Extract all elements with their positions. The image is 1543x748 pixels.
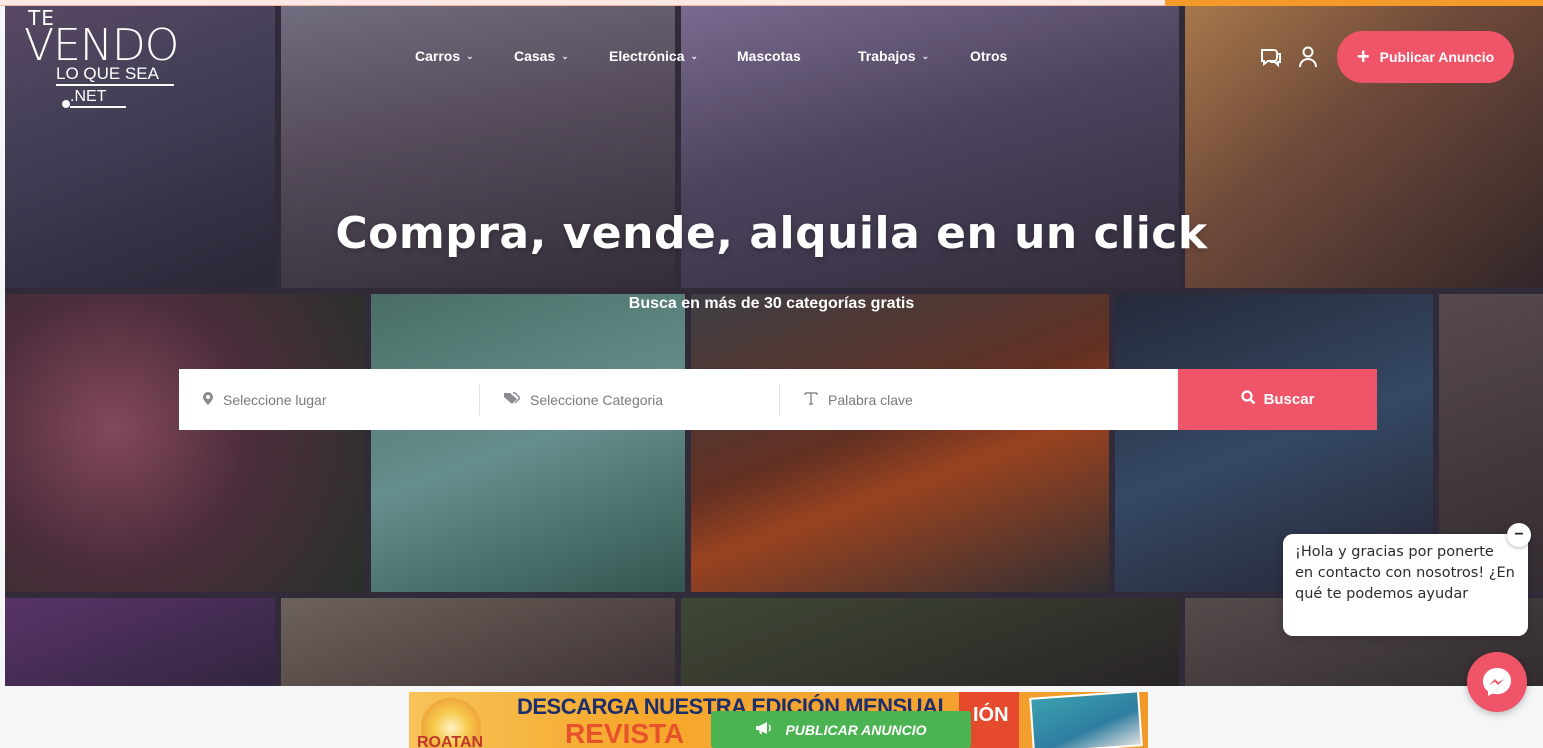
messenger-chat-button[interactable] bbox=[1467, 652, 1527, 712]
publish-ad-green-label: PUBLICAR ANUNCIO bbox=[785, 721, 927, 738]
location-placeholder: Seleccione lugar bbox=[223, 391, 327, 408]
nav-label: Otros bbox=[970, 48, 1008, 64]
banner-revista: REVISTA bbox=[565, 718, 685, 748]
chat-greeting-popup[interactable]: ¡Hola y gracias por ponerte en contacto … bbox=[1283, 534, 1528, 636]
chevron-down-icon: ⌄ bbox=[921, 50, 930, 61]
logo-divider bbox=[56, 84, 174, 86]
nav-item-casas[interactable]: Casas ⌄ bbox=[514, 48, 569, 64]
minus-icon: − bbox=[1514, 526, 1524, 543]
publish-ad-green-button[interactable]: PUBLICAR ANUNCIO bbox=[711, 711, 971, 748]
category-placeholder: Seleccione Categoria bbox=[530, 391, 664, 408]
plus-icon: + bbox=[1356, 44, 1370, 69]
banner-edition-text: IÓN bbox=[973, 704, 1009, 726]
publish-ad-button[interactable]: + Publicar Anuncio bbox=[1337, 31, 1514, 83]
nav-label: Carros bbox=[415, 48, 461, 64]
logo-dot bbox=[62, 100, 70, 108]
nav-item-otros[interactable]: Otros bbox=[970, 48, 1007, 64]
keyword-placeholder: Palabra clave bbox=[828, 391, 913, 408]
text-icon bbox=[804, 391, 818, 408]
site-logo[interactable]: TE VENDO LO QUE SEA .NET bbox=[14, 6, 179, 111]
messenger-icon bbox=[1483, 668, 1511, 696]
chevron-down-icon: ⌄ bbox=[690, 50, 699, 61]
page: TE VENDO LO QUE SEA .NET Carros ⌄ Casas … bbox=[0, 0, 1543, 748]
nav-item-carros[interactable]: Carros ⌄ bbox=[415, 48, 474, 64]
search-bar: Seleccione lugar Seleccione Categoria Pa… bbox=[179, 369, 1377, 430]
location-pin-icon bbox=[203, 391, 213, 408]
location-select[interactable]: Seleccione lugar bbox=[179, 369, 479, 430]
nav-item-trabajos[interactable]: Trabajos ⌄ bbox=[858, 48, 929, 64]
publish-ad-label: Publicar Anuncio bbox=[1379, 49, 1495, 65]
chat-close-button[interactable]: − bbox=[1507, 523, 1531, 547]
chat-icon[interactable] bbox=[1259, 46, 1283, 74]
nav-item-mascotas[interactable]: Mascotas bbox=[737, 48, 801, 64]
magazine-cover-image bbox=[1029, 692, 1143, 748]
search-button-label: Buscar bbox=[1263, 391, 1315, 408]
banner-roatan: ROATAN bbox=[417, 734, 484, 748]
chevron-down-icon: ⌄ bbox=[466, 50, 474, 61]
nav-label: Mascotas bbox=[737, 48, 801, 64]
megaphone-icon bbox=[755, 721, 773, 738]
keyword-input[interactable]: Palabra clave bbox=[779, 384, 1179, 415]
nav-item-electronica[interactable]: Electrónica ⌄ bbox=[609, 48, 698, 64]
logo-underline bbox=[70, 106, 126, 108]
hero-title: Compra, vende, alquila en un click bbox=[335, 208, 1208, 259]
user-icon[interactable] bbox=[1298, 46, 1318, 74]
nav-label: Casas bbox=[514, 48, 556, 64]
nav-label: Trabajos bbox=[858, 48, 916, 64]
nav-label: Electrónica bbox=[609, 48, 685, 64]
chat-greeting-text: ¡Hola y gracias por ponerte en contacto … bbox=[1295, 544, 1515, 602]
tags-icon bbox=[504, 391, 521, 408]
hero-subtitle: Busca en más de 30 categorías gratis bbox=[628, 295, 915, 312]
category-select[interactable]: Seleccione Categoria bbox=[479, 384, 779, 415]
search-icon bbox=[1240, 390, 1256, 409]
search-button[interactable]: Buscar bbox=[1178, 369, 1377, 430]
logo-lo-que-sea: LO QUE SEA bbox=[56, 64, 159, 83]
logo-net: .NET bbox=[70, 88, 107, 105]
chevron-down-icon: ⌄ bbox=[561, 50, 569, 61]
